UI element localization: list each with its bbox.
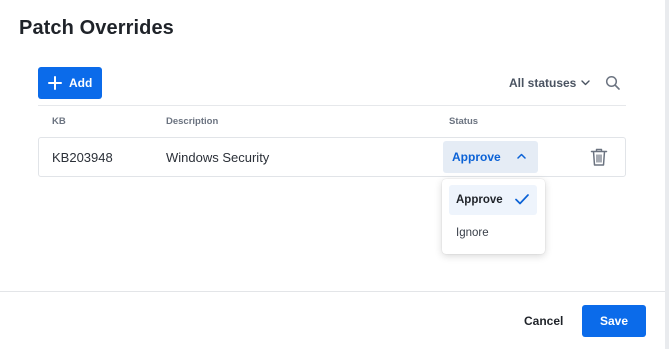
footer-divider xyxy=(0,291,665,292)
plus-icon xyxy=(48,76,62,90)
cancel-button[interactable]: Cancel xyxy=(524,314,563,328)
status-select-value: Approve xyxy=(452,150,501,164)
search-icon[interactable] xyxy=(605,75,621,91)
status-option-ignore-label: Ignore xyxy=(456,227,489,239)
status-select[interactable]: Approve xyxy=(443,141,538,173)
table-row: KB203948 Windows Security Approve xyxy=(38,137,626,177)
status-option-ignore[interactable]: Ignore xyxy=(449,218,537,248)
add-button[interactable]: Add xyxy=(38,67,102,99)
column-header-description: Description xyxy=(166,116,219,127)
column-header-kb: KB xyxy=(52,116,66,127)
patch-overrides-dialog: Patch Overrides Add All statuses KB Desc… xyxy=(0,0,665,349)
status-filter-dropdown[interactable]: All statuses xyxy=(509,76,591,90)
status-filter-label: All statuses xyxy=(509,76,577,90)
trash-icon[interactable] xyxy=(590,147,608,167)
status-option-approve[interactable]: Approve xyxy=(449,185,537,215)
status-option-approve-label: Approve xyxy=(456,194,503,206)
table-header-divider xyxy=(38,105,626,106)
column-header-status: Status xyxy=(449,116,479,127)
save-button[interactable]: Save xyxy=(582,305,646,337)
description-cell: Windows Security xyxy=(166,150,270,165)
dialog-title: Patch Overrides xyxy=(19,17,174,39)
add-button-label: Add xyxy=(69,76,93,90)
window-edge xyxy=(665,0,669,349)
kb-cell: KB203948 xyxy=(52,150,113,165)
chevron-up-icon xyxy=(517,153,526,159)
checkmark-icon xyxy=(515,194,529,205)
chevron-down-icon xyxy=(581,80,591,86)
status-dropdown-menu: Approve Ignore xyxy=(442,179,545,254)
